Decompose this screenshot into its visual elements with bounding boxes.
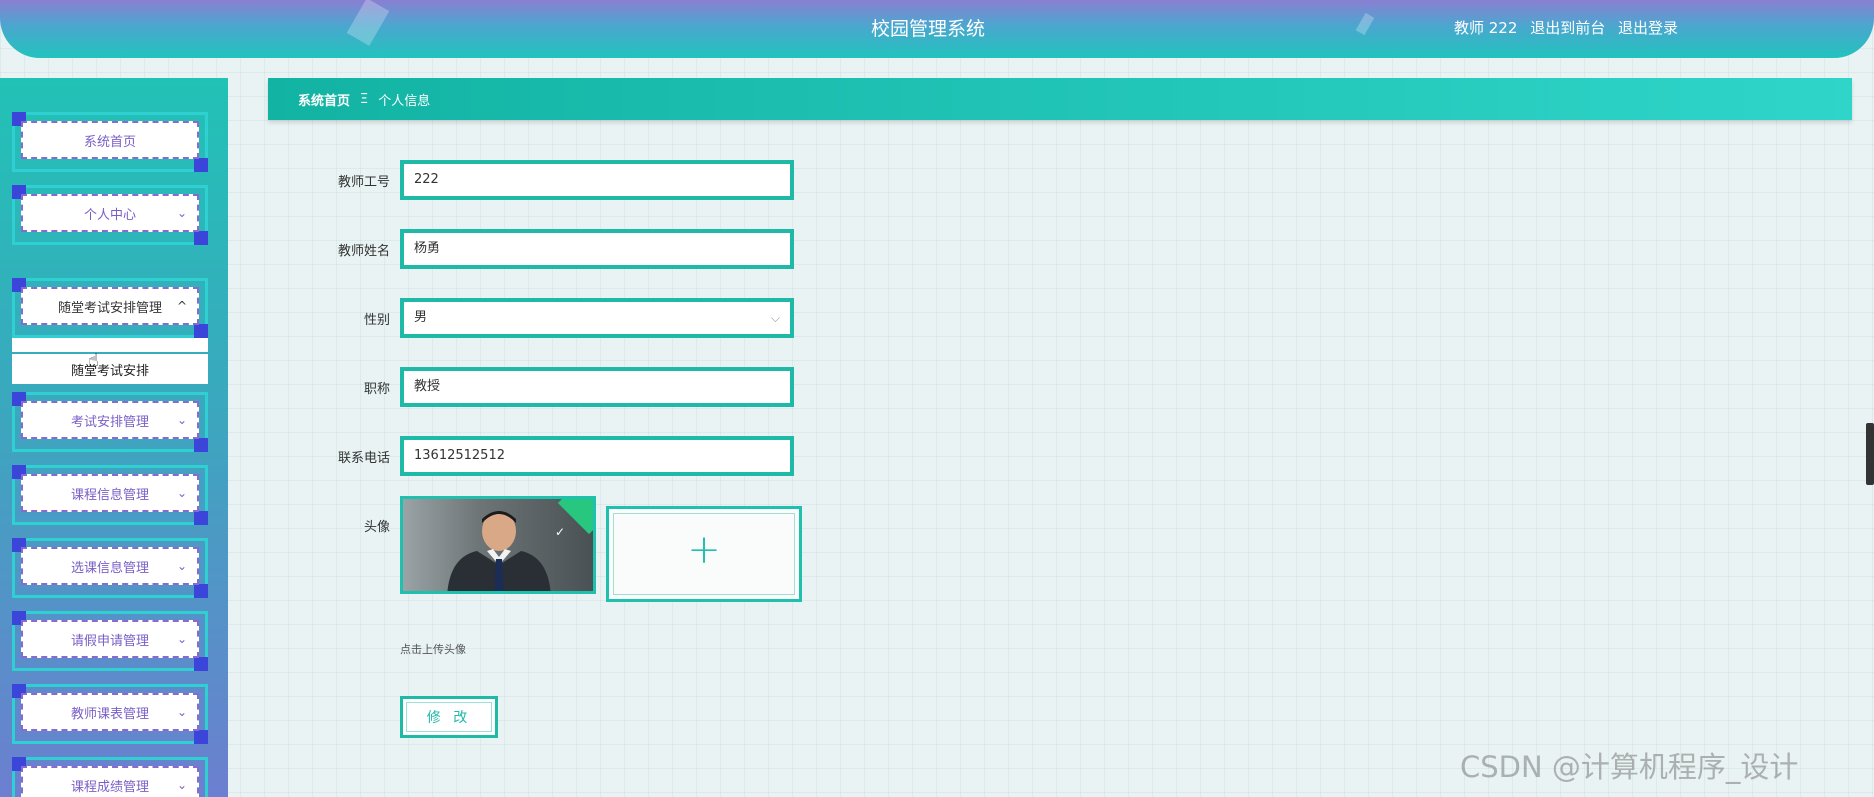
chevron-down-icon: ⌄ bbox=[176, 486, 187, 500]
breadcrumb-home[interactable]: 系统首页 bbox=[298, 90, 350, 109]
title-field[interactable]: 教授 bbox=[400, 367, 794, 407]
top-header: 校园管理系统 教师 222 退出到前台 退出登录 bbox=[0, 0, 1874, 58]
corner-decoration bbox=[194, 730, 208, 744]
upload-hint: 点击上传头像 bbox=[400, 643, 466, 656]
sidebar-item-label: 请假申请管理 bbox=[70, 633, 149, 649]
sidebar-item-exam-arrangement[interactable]: 考试安排管理 ⌄ bbox=[12, 392, 208, 452]
sidebar-item-label: 考试安排管理 bbox=[70, 414, 149, 430]
sidebar-item-personal-center[interactable]: 个人中心 ⌄ bbox=[12, 185, 208, 245]
sidebar-item-course-grades[interactable]: 课程成绩管理 ⌄ bbox=[12, 757, 208, 797]
title-label: 职称 bbox=[363, 382, 390, 397]
sidebar-item-teacher-schedule[interactable]: 教师课表管理 ⌄ bbox=[12, 684, 208, 744]
check-icon: ✓ bbox=[554, 525, 565, 539]
teacher-name-field[interactable]: 杨勇 bbox=[400, 229, 794, 269]
chevron-down-icon: ⌵ bbox=[770, 311, 780, 325]
plus-icon: + bbox=[687, 527, 721, 573]
exit-to-front-link[interactable]: 退出到前台 bbox=[1530, 19, 1605, 37]
sidebar-item-label: 教师课表管理 bbox=[70, 706, 149, 722]
teacher-id-label: 教师工号 bbox=[337, 175, 390, 190]
chevron-up-icon: ^ bbox=[176, 299, 187, 313]
phone-label: 联系电话 bbox=[337, 451, 390, 466]
user-label: 教师 222 bbox=[1454, 19, 1518, 37]
user-area: 教师 222 退出到前台 退出登录 bbox=[1454, 17, 1686, 38]
sidebar-item-label: 随堂考试安排管理 bbox=[57, 300, 162, 316]
breadcrumb: 系统首页 Ξ 个人信息 bbox=[268, 78, 1852, 120]
modify-button[interactable]: 修 改 bbox=[400, 696, 498, 738]
gender-value: 男 bbox=[414, 310, 428, 325]
chevron-down-icon: ⌄ bbox=[176, 705, 187, 719]
corner-decoration bbox=[194, 657, 208, 671]
corner-decoration bbox=[194, 511, 208, 525]
breadcrumb-separator-icon: Ξ bbox=[360, 91, 369, 107]
chevron-down-icon: ⌄ bbox=[176, 559, 187, 573]
sidebar-item-course-selection[interactable]: 选课信息管理 ⌄ bbox=[12, 538, 208, 598]
sidebar-subitem-quiz-arrangement[interactable]: 随堂考试安排 bbox=[12, 354, 208, 384]
corner-decoration bbox=[194, 231, 208, 245]
teacher-id-field[interactable]: 222 bbox=[400, 160, 794, 200]
chevron-down-icon: ⌄ bbox=[176, 413, 187, 427]
breadcrumb-current: 个人信息 bbox=[378, 93, 431, 109]
corner-decoration bbox=[194, 324, 208, 338]
corner-decoration bbox=[194, 158, 208, 172]
watermark: CSDN @计算机程序_设计 bbox=[1460, 750, 1799, 784]
teacher-id-value: 222 bbox=[414, 172, 439, 187]
chevron-down-icon: ⌄ bbox=[176, 632, 187, 646]
avatar-person bbox=[447, 511, 551, 591]
phone-value: 13612512512 bbox=[414, 448, 505, 463]
title-value: 教授 bbox=[414, 379, 441, 394]
scrollbar-handle[interactable] bbox=[1866, 423, 1874, 485]
gender-label: 性别 bbox=[363, 313, 390, 328]
corner-decoration bbox=[194, 438, 208, 452]
phone-field[interactable]: 13612512512 bbox=[400, 436, 794, 476]
sidebar-item-label: 个人中心 bbox=[83, 207, 136, 223]
sidebar-item-leave-request[interactable]: 请假申请管理 ⌄ bbox=[12, 611, 208, 671]
teacher-name-value: 杨勇 bbox=[414, 241, 441, 256]
sidebar-item-home[interactable]: 系统首页 bbox=[12, 112, 208, 172]
sidebar-item-label: 课程成绩管理 bbox=[70, 779, 149, 795]
sidebar-item-label: 课程信息管理 bbox=[70, 487, 149, 503]
sidebar-item-course-info[interactable]: 课程信息管理 ⌄ bbox=[12, 465, 208, 525]
sidebar-item-label: 系统首页 bbox=[83, 134, 136, 150]
submenu-strip bbox=[12, 338, 208, 352]
avatar-image[interactable]: ✓ bbox=[400, 496, 596, 594]
sidebar: 系统首页 个人中心 ⌄ 随堂考试安排管理 ^ 随堂考试安排 考试安排管理 ⌄ 课程信息… bbox=[0, 78, 228, 797]
teacher-name-label: 教师姓名 bbox=[337, 244, 390, 259]
chevron-down-icon: ⌄ bbox=[176, 778, 187, 792]
avatar-upload-button[interactable]: + bbox=[606, 506, 802, 602]
avatar-label: 头像 bbox=[363, 520, 390, 535]
corner-decoration bbox=[194, 584, 208, 598]
sidebar-item-quiz-arrangement[interactable]: 随堂考试安排管理 ^ bbox=[12, 278, 208, 338]
gender-select[interactable]: 男 ⌵ bbox=[400, 298, 794, 338]
logout-link[interactable]: 退出登录 bbox=[1618, 19, 1678, 37]
sidebar-item-label: 选课信息管理 bbox=[70, 560, 149, 576]
mouse-cursor-icon: ☝ bbox=[88, 350, 99, 371]
chevron-down-icon: ⌄ bbox=[176, 206, 187, 220]
